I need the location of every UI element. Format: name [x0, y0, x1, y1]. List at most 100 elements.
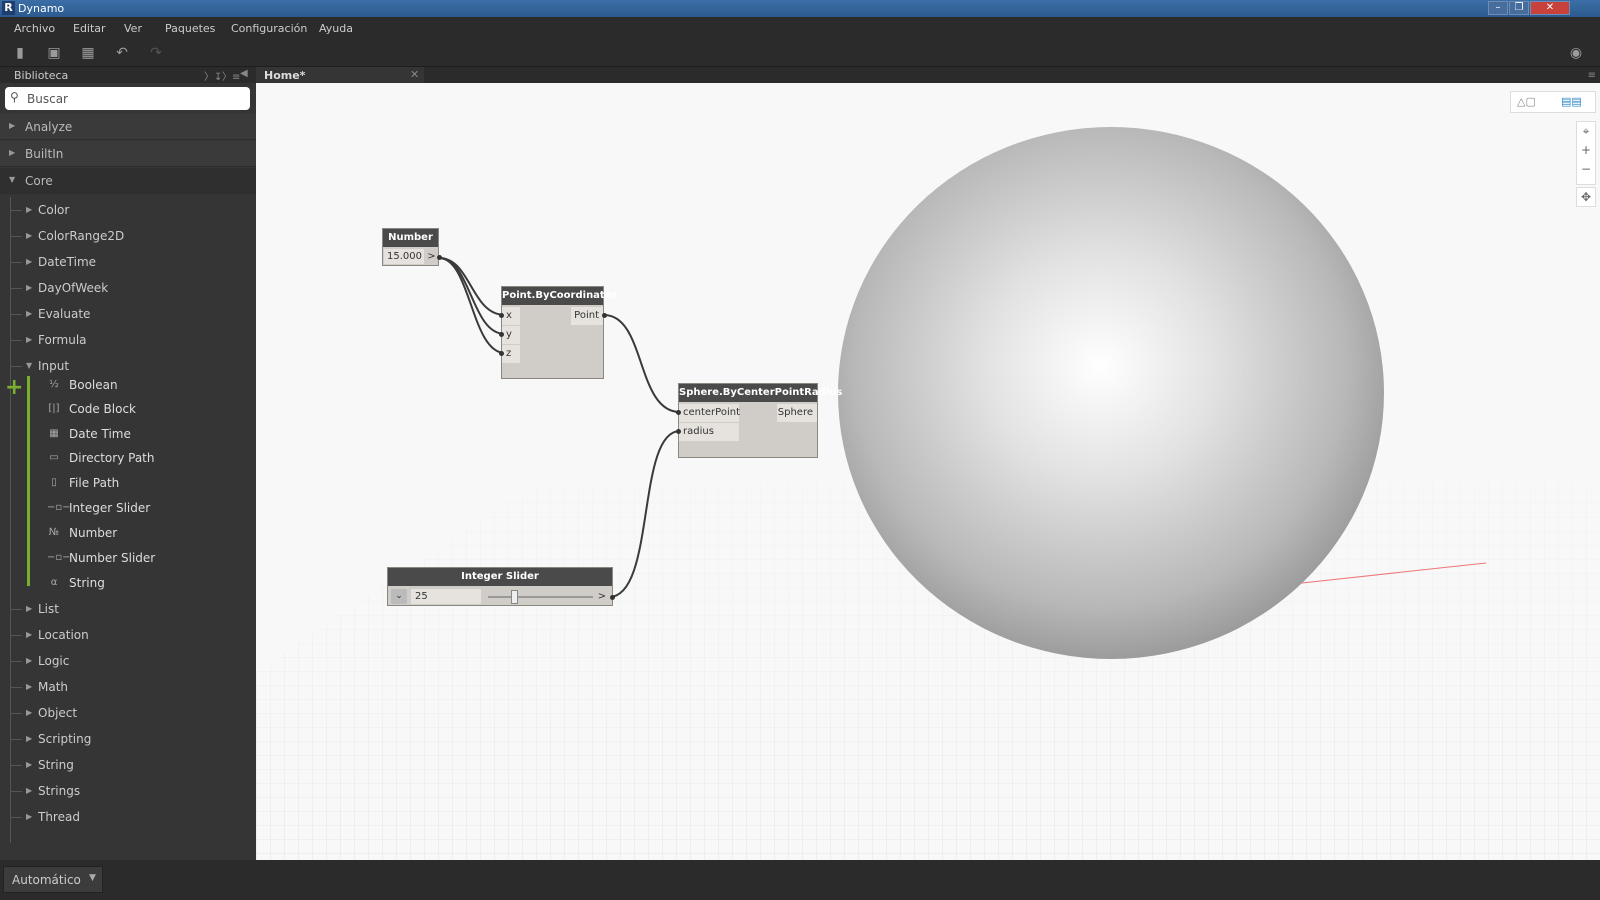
input-port-z[interactable]: z	[502, 345, 520, 363]
close-tab-icon[interactable]: ✕	[410, 68, 419, 81]
menu-archivo[interactable]: Archivo	[14, 22, 55, 35]
zoom-fit-icon[interactable]: ⌖	[1577, 124, 1595, 139]
node-item-date-time[interactable]: ▦ Date Time	[0, 423, 256, 447]
hamburger-icon[interactable]: ≡	[1588, 70, 1596, 81]
save-icon[interactable]: ▦	[81, 46, 95, 60]
subcategory-label: Object	[38, 706, 78, 720]
node-integer-slider[interactable]: Integer Slider ⌄ 25 >	[387, 567, 615, 606]
node-item-label: Integer Slider	[69, 501, 151, 515]
zoom-in-icon[interactable]: +	[1577, 143, 1595, 157]
input-port-centerpoint[interactable]: centerPoint	[679, 404, 740, 422]
subcategory-label: ColorRange2D	[38, 229, 125, 243]
subcategory-strings[interactable]: ▶ Strings	[0, 781, 256, 803]
subcategory-label: Scripting	[38, 732, 92, 746]
workspace-canvas[interactable]: △▢ ▤▤ ⌖ + − ✥ Number 15.000 > Point.ByCo…	[256, 83, 1600, 860]
category-analyze[interactable]: ▶ Analyze	[0, 114, 256, 140]
subcategory-object[interactable]: ▶ Object	[0, 703, 256, 725]
geometry-view-icon[interactable]: △▢	[1517, 95, 1536, 108]
subcategory-color[interactable]: ▶ Color	[0, 200, 256, 222]
node-item-label: Code Block	[69, 402, 136, 416]
category-core[interactable]: ▼ Core	[0, 168, 256, 194]
subcategory-scripting[interactable]: ▶ Scripting	[0, 729, 256, 751]
input-port-x[interactable]: x	[502, 307, 520, 325]
redo-icon[interactable]: ↷	[149, 46, 163, 60]
run-mode-dropdown[interactable]: Automático ▼	[3, 866, 103, 893]
subcategory-location[interactable]: ▶ Location	[0, 625, 256, 647]
output-port-point[interactable]: Point	[571, 307, 603, 325]
filter-icon[interactable]: 〉↧	[204, 68, 222, 83]
tab-home[interactable]: Home* ✕	[256, 67, 424, 83]
subcategory-label: Color	[38, 203, 70, 217]
open-icon[interactable]: ▣	[47, 46, 61, 60]
search-input[interactable]	[27, 90, 242, 107]
port-dot	[602, 313, 607, 318]
node-item-boolean[interactable]: ½ Boolean	[0, 374, 256, 398]
folder-icon: ▭	[49, 452, 59, 463]
undo-icon[interactable]: ↶	[115, 46, 129, 60]
node-item-string[interactable]: α String	[0, 572, 256, 596]
port-dot	[676, 410, 681, 415]
slider-thumb[interactable]	[511, 590, 519, 604]
subcategory-formula[interactable]: ▶ Formula	[0, 330, 256, 352]
menu-editar[interactable]: Editar	[73, 22, 106, 35]
node-item-integer-slider[interactable]: −▫− Integer Slider	[0, 497, 256, 521]
menu-configuracion[interactable]: Configuración	[231, 22, 307, 35]
input-port-y[interactable]: y	[502, 326, 520, 344]
subcategory-label: DayOfWeek	[38, 281, 109, 295]
port-dot	[499, 313, 504, 318]
category-label: Analyze	[25, 120, 73, 134]
tab-label: Home*	[264, 69, 306, 82]
node-number[interactable]: Number 15.000 >	[382, 228, 442, 266]
subcategory-math[interactable]: ▶ Math	[0, 677, 256, 699]
slider-output-arrow[interactable]: >	[596, 589, 608, 604]
subcategory-colorrange2d[interactable]: ▶ ColorRange2D	[0, 226, 256, 248]
node-point-bycoordinates[interactable]: Point.ByCoordinates x y z Point	[499, 286, 617, 379]
zoom-out-icon[interactable]: −	[1577, 162, 1595, 176]
maximize-button[interactable]: ❐	[1509, 1, 1529, 15]
category-label: BuiltIn	[25, 147, 64, 161]
subcategory-string[interactable]: ▶ String	[0, 755, 256, 777]
subcategory-evaluate[interactable]: ▶ Evaluate	[0, 304, 256, 326]
run-mode-label: Automático	[12, 873, 81, 887]
close-button[interactable]: ✕	[1530, 1, 1570, 15]
graph-view-icon[interactable]: ▤▤	[1561, 95, 1582, 108]
subcategory-dayofweek[interactable]: ▶ DayOfWeek	[0, 278, 256, 300]
pan-icon[interactable]: ✥	[1576, 187, 1596, 207]
output-port[interactable]	[610, 595, 615, 600]
minimize-button[interactable]: –	[1488, 1, 1508, 15]
port-dot	[676, 429, 681, 434]
new-file-icon[interactable]: ▮	[13, 46, 27, 60]
expand-slider-icon[interactable]: ⌄	[391, 589, 407, 604]
menu-paquetes[interactable]: Paquetes	[165, 22, 215, 35]
node-item-directory-path[interactable]: ▭ Directory Path	[0, 447, 256, 471]
subcategory-label: String	[38, 758, 74, 772]
subcategory-logic[interactable]: ▶ Logic	[0, 651, 256, 673]
menu-ayuda[interactable]: Ayuda	[319, 22, 353, 35]
node-item-number-slider[interactable]: −▫− Number Slider	[0, 547, 256, 571]
subcategory-label: Strings	[38, 784, 81, 798]
number-output-arrow[interactable]: >	[426, 249, 437, 264]
slider-icon: −▫−	[47, 552, 71, 563]
input-port-radius[interactable]: radius	[679, 423, 739, 441]
node-item-number[interactable]: № Number	[0, 522, 256, 546]
category-builtin[interactable]: ▶ BuiltIn	[0, 141, 256, 167]
slider-track[interactable]	[488, 596, 593, 598]
view-toggle[interactable]: △▢ ▤▤	[1510, 91, 1596, 113]
slider-value[interactable]: 25	[411, 589, 481, 604]
node-item-label: String	[69, 576, 105, 590]
subcategory-list[interactable]: ▶ List	[0, 599, 256, 621]
subcategory-datetime[interactable]: ▶ DateTime	[0, 252, 256, 274]
layout-icon[interactable]: 〉≡	[222, 68, 240, 83]
number-value[interactable]: 15.000	[384, 249, 424, 264]
toolbar: ▮ ▣ ▦ ↶ ↷ ◉	[0, 39, 1600, 67]
port-dot	[499, 332, 504, 337]
collapse-library-icon[interactable]: ◀	[240, 68, 248, 79]
camera-icon[interactable]: ◉	[1569, 46, 1583, 60]
output-port-sphere[interactable]: Sphere	[777, 404, 817, 422]
node-sphere-bycenterpointradius[interactable]: Sphere.ByCenterPointRadius centerPoint r…	[676, 383, 842, 458]
output-port[interactable]	[437, 255, 442, 260]
menu-ver[interactable]: Ver	[124, 22, 142, 35]
node-item-code-block[interactable]: [|] Code Block	[0, 398, 256, 422]
node-item-file-path[interactable]: ▯ File Path	[0, 472, 256, 496]
subcategory-thread[interactable]: ▶ Thread	[0, 807, 256, 829]
